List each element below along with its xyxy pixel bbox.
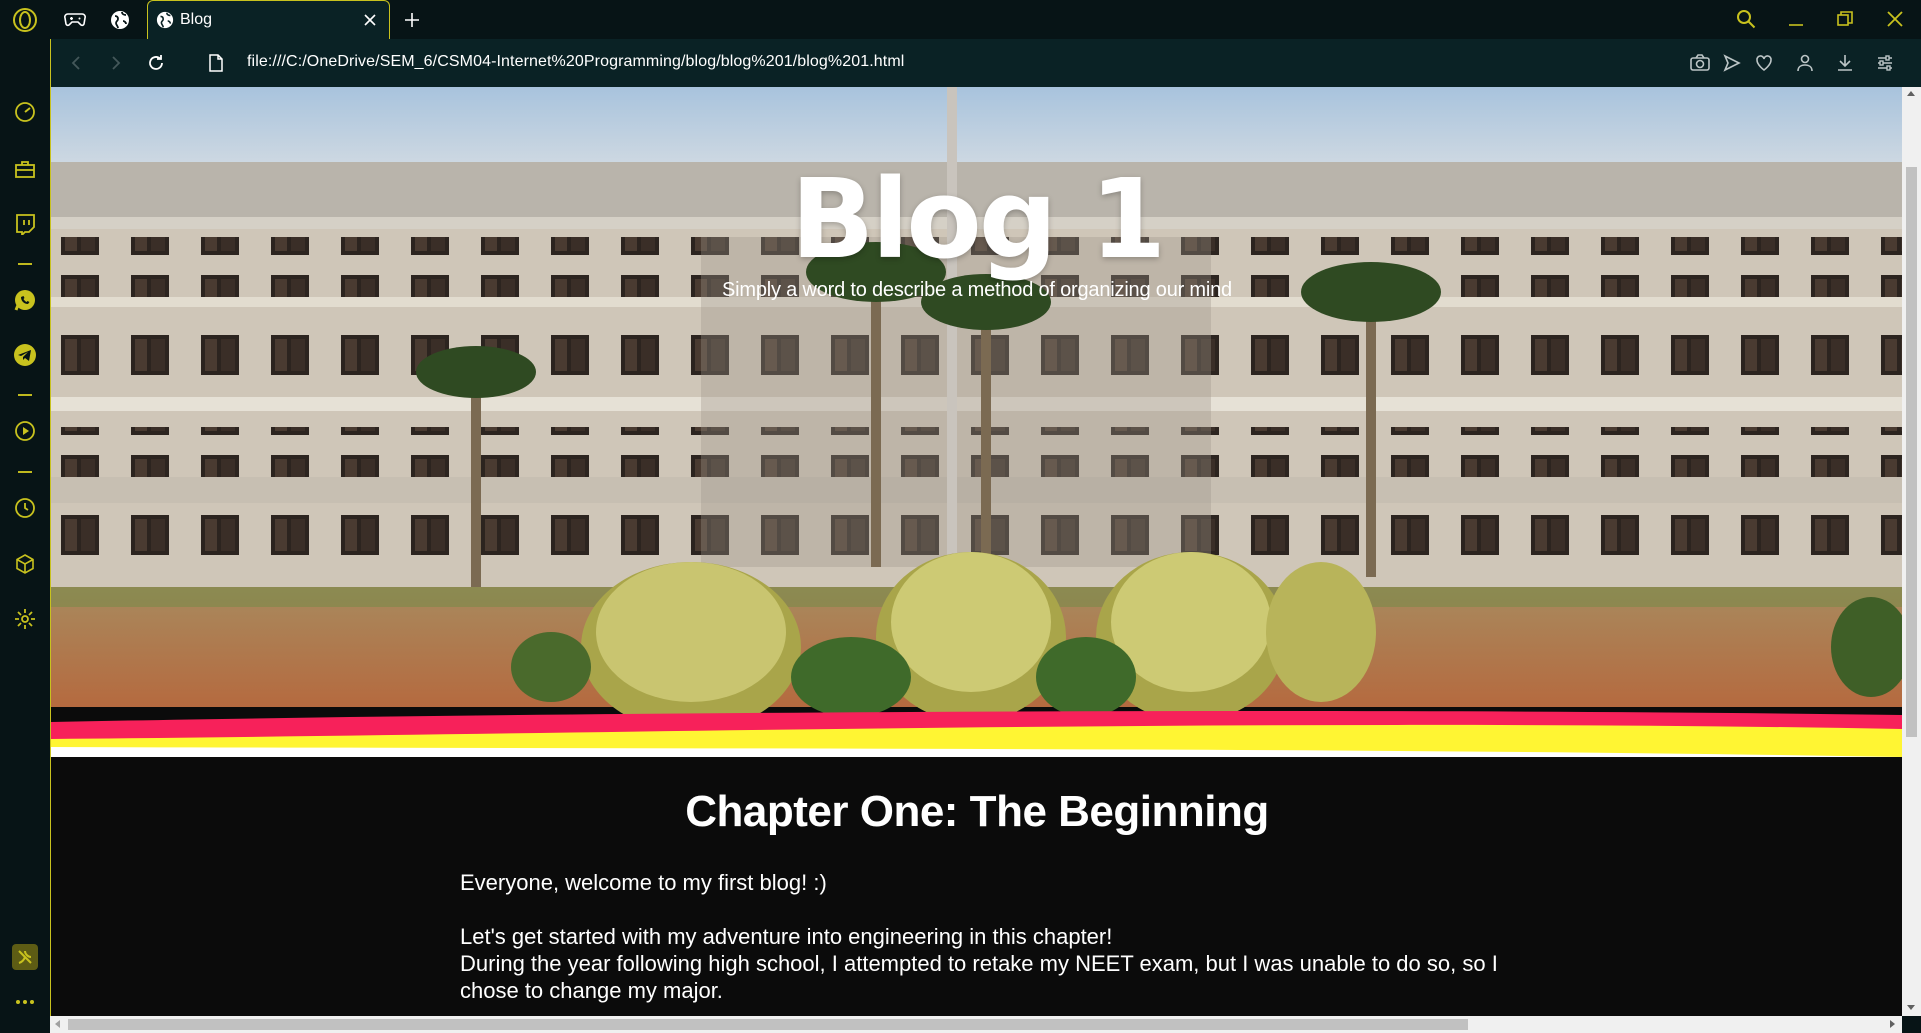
- address-bar: file:///C:/OneDrive/SEM_6/CSM04-Internet…: [50, 39, 1921, 87]
- vertical-scrollbar[interactable]: [1902, 87, 1921, 1016]
- search-icon[interactable]: [1730, 6, 1762, 32]
- account-icon[interactable]: [1793, 51, 1817, 75]
- whatsapp-icon[interactable]: [12, 287, 38, 313]
- briefcase-icon[interactable]: [12, 156, 38, 182]
- page-title: Blog 1: [790, 155, 1167, 283]
- sidebar-separator: [18, 263, 32, 265]
- twitch-icon[interactable]: [12, 211, 38, 237]
- close-window-icon[interactable]: [1879, 6, 1911, 32]
- sidebar-separator: [18, 471, 32, 473]
- easy-setup-icon[interactable]: [1873, 51, 1897, 75]
- article-paragraph: During the year following high school, I…: [460, 951, 1498, 1003]
- minimize-icon[interactable]: [1780, 6, 1812, 32]
- more-icon[interactable]: [12, 989, 38, 1015]
- scroll-left-arrow-icon[interactable]: [55, 1020, 60, 1028]
- sidebar-separator: [18, 394, 32, 396]
- globe-icon: [156, 11, 174, 29]
- hero-banner: Blog 1 Simply a word to describe a metho…: [51, 87, 1902, 757]
- speed-dial-icon[interactable]: [12, 99, 38, 125]
- tab-strip: Blog: [0, 0, 1921, 39]
- globe-icon[interactable]: [105, 6, 135, 34]
- scroll-down-arrow-icon[interactable]: [1907, 1005, 1915, 1010]
- back-arrow-icon[interactable]: [63, 51, 89, 75]
- gamepad-icon[interactable]: [60, 6, 90, 34]
- download-icon[interactable]: [1833, 51, 1857, 75]
- file-icon: [203, 51, 229, 75]
- new-tab-plus-icon[interactable]: [397, 6, 427, 34]
- telegram-icon[interactable]: [12, 342, 38, 368]
- page-subtitle: Simply a word to describe a method of or…: [722, 279, 1232, 301]
- page-viewport: Blog 1 Simply a word to describe a metho…: [50, 87, 1902, 1016]
- camera-icon[interactable]: [1688, 51, 1712, 75]
- reload-icon[interactable]: [143, 51, 169, 75]
- article-paragraph: Everyone, welcome to my first blog! :): [460, 870, 827, 895]
- player-icon[interactable]: [12, 418, 38, 444]
- restore-icon[interactable]: [1829, 6, 1861, 32]
- scroll-up-arrow-icon[interactable]: [1907, 91, 1915, 96]
- aria-icon[interactable]: [12, 944, 38, 970]
- tab-blog[interactable]: Blog: [147, 0, 390, 39]
- article-paragraph: Let's get started with my adventure into…: [460, 924, 1113, 949]
- opera-logo-icon[interactable]: [10, 6, 40, 34]
- horizontal-scrollbar[interactable]: [50, 1016, 1902, 1033]
- settings-icon[interactable]: [12, 606, 38, 632]
- scroll-right-arrow-icon[interactable]: [1890, 1020, 1895, 1028]
- send-icon[interactable]: [1720, 51, 1744, 75]
- tab-title: Blog: [180, 11, 213, 28]
- history-icon[interactable]: [12, 495, 38, 521]
- horizontal-scrollbar-thumb[interactable]: [68, 1019, 1468, 1030]
- cube-icon[interactable]: [12, 551, 38, 577]
- vertical-scrollbar-thumb[interactable]: [1906, 167, 1917, 737]
- sidebar: [0, 39, 50, 1033]
- forward-arrow-icon[interactable]: [103, 51, 129, 75]
- chapter-heading: Chapter One: The Beginning: [685, 787, 1269, 836]
- heart-icon[interactable]: [1752, 51, 1776, 75]
- article-section: Chapter One: The Beginning Everyone, wel…: [51, 757, 1902, 1016]
- close-tab-icon[interactable]: [359, 9, 381, 31]
- address-input[interactable]: file:///C:/OneDrive/SEM_6/CSM04-Internet…: [247, 53, 904, 71]
